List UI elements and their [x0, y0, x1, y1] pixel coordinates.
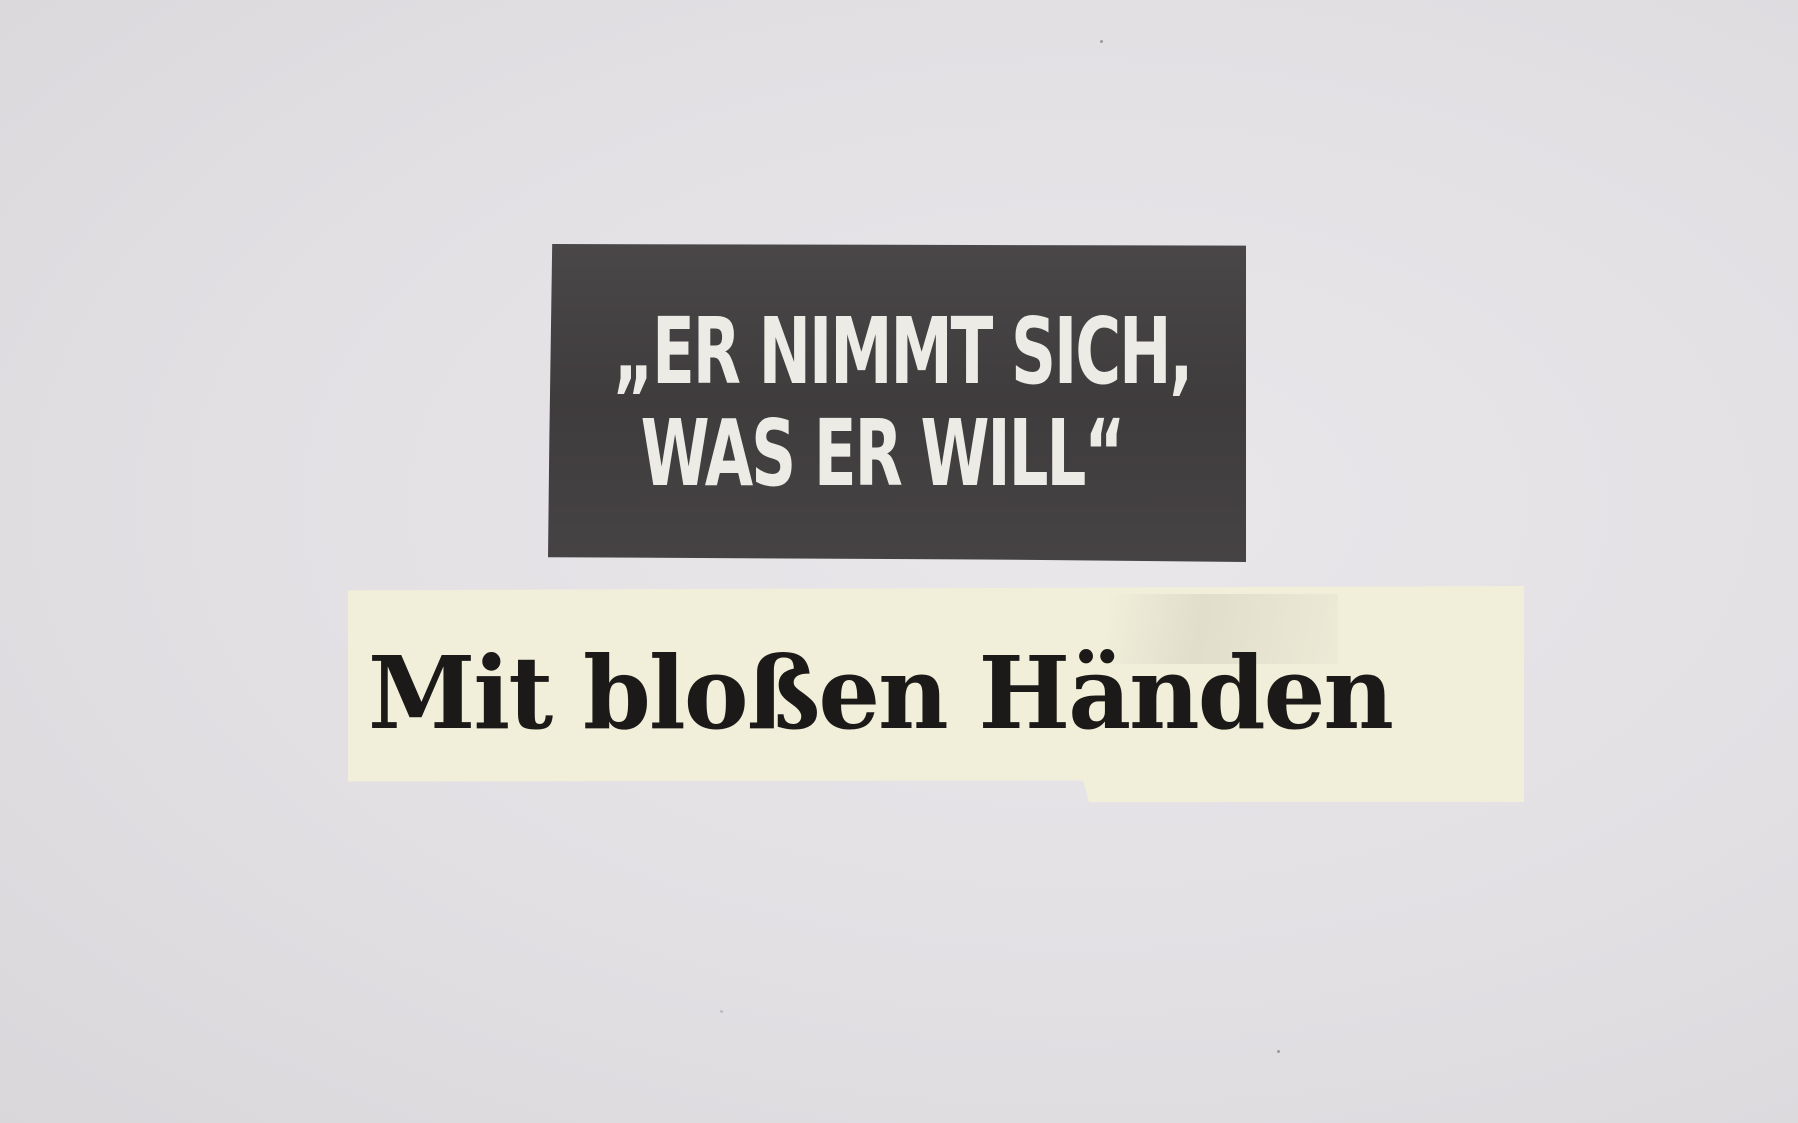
- paper-speck: [720, 1010, 723, 1013]
- paper-speck: [1100, 40, 1103, 43]
- quote-clipping: „ER NIMMT SICH, WAS ER WILL“: [548, 244, 1246, 562]
- headline-clipping: Mit bloßen Händen: [348, 586, 1524, 802]
- quote-line-1: „ER NIMMT SICH,: [612, 298, 1193, 405]
- paper-speck: [1277, 1050, 1280, 1053]
- quote-line-2: WAS ER WILL“: [640, 400, 1126, 507]
- headline-text: Mit bloßen Händen: [368, 634, 1394, 752]
